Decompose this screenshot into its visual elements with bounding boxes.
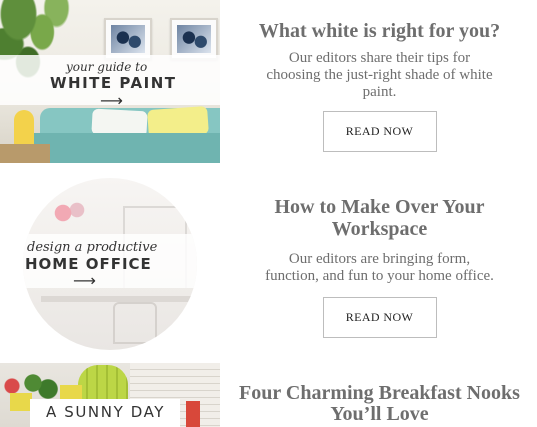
article-description: Our editors share their tips for choosin… xyxy=(266,50,493,100)
article-title[interactable]: Four Charming Breakfast Nooks You’ll Love xyxy=(232,363,527,425)
red-decor xyxy=(186,401,200,427)
article-text: Four Charming Breakfast Nooks You’ll Love xyxy=(232,363,527,425)
article-card-breakfast-nooks: A SUNNY DAY Four Charming Breakfast Nook… xyxy=(0,363,537,427)
image-overlay-band: A SUNNY DAY xyxy=(30,399,180,427)
image-caps-text: WHITE PAINT xyxy=(50,74,177,92)
article-text: How to Make Over Your Workspace Our edit… xyxy=(232,178,527,338)
article-title-line: You’ll Love xyxy=(330,403,429,425)
arrow-right-icon: ⟶ xyxy=(73,271,96,290)
article-title-line: Four Charming Breakfast Nooks xyxy=(239,382,520,404)
article-feed: your guide to WHITE PAINT ⟶ What white i… xyxy=(0,0,537,427)
article-card-home-office: design a productive HOME OFFICE ⟶ How to… xyxy=(0,178,537,350)
article-description: Our editors are bringing form, function,… xyxy=(265,251,494,284)
article-image-home-office[interactable]: design a productive HOME OFFICE ⟶ xyxy=(23,178,197,350)
read-now-button[interactable]: READ NOW xyxy=(322,297,437,338)
image-overlay-band: your guide to WHITE PAINT ⟶ xyxy=(0,55,220,109)
sofa-seat-decor xyxy=(20,133,220,163)
side-table-decor xyxy=(0,144,50,163)
article-card-white-paint: your guide to WHITE PAINT ⟶ What white i… xyxy=(0,0,537,165)
image-overlay-band: design a productive HOME OFFICE ⟶ xyxy=(23,234,197,290)
wall-art-frame xyxy=(170,18,218,60)
image-script-text: your guide to xyxy=(66,60,148,74)
read-now-button[interactable]: READ NOW xyxy=(322,111,437,152)
flowers-decor xyxy=(51,198,91,228)
article-image-sunny-day[interactable]: A SUNNY DAY xyxy=(0,363,220,427)
arrow-right-icon: ⟶ xyxy=(100,91,123,110)
article-image-white-paint[interactable]: your guide to WHITE PAINT ⟶ xyxy=(0,0,220,163)
image-script-text: design a productive xyxy=(27,240,158,255)
article-text: What white is right for you? Our editors… xyxy=(232,0,527,152)
desk-decor xyxy=(41,296,191,302)
chair-decor xyxy=(113,302,157,344)
image-caps-text: A SUNNY DAY xyxy=(46,403,166,421)
wall-art-frame xyxy=(104,18,152,60)
article-title[interactable]: How to Make Over Your Workspace xyxy=(232,178,527,240)
flower-pot-decor xyxy=(10,393,32,411)
article-title[interactable]: What white is right for you? xyxy=(232,0,527,42)
